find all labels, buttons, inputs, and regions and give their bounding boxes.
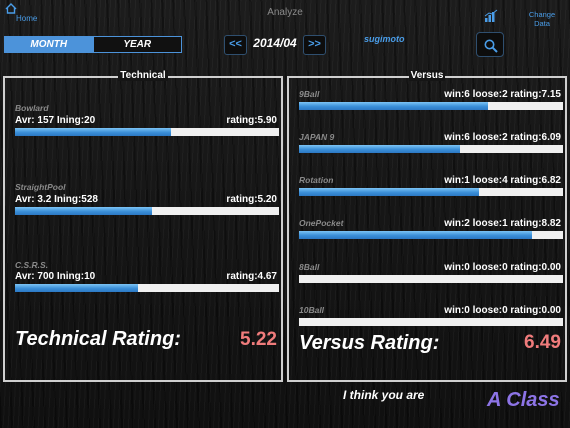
rating-bar-fill — [299, 145, 460, 153]
username-label: sugimoto — [364, 34, 405, 44]
year-segment[interactable]: YEAR — [92, 37, 181, 52]
versus-item-record: win:6 loose:2 rating:7.15 — [444, 89, 561, 100]
versus-item-name: 8Ball — [299, 262, 320, 272]
class-label: A Class — [487, 389, 560, 411]
technical-item-name: Bowlard — [15, 103, 49, 113]
versus-item-name: OnePocket — [299, 218, 344, 228]
versus-rating-bar — [299, 145, 563, 153]
technical-rating-bar — [15, 284, 279, 292]
technical-item-rating: rating:5.20 — [226, 194, 277, 205]
rating-bar-fill — [299, 102, 488, 110]
versus-item-name: 10Ball — [299, 305, 325, 315]
previous-period-button[interactable]: << — [224, 35, 247, 55]
search-button[interactable] — [476, 32, 504, 57]
versus-rating-bar — [299, 318, 563, 326]
versus-rating-bar — [299, 231, 563, 239]
technical-item-rating: rating:5.90 — [226, 115, 277, 126]
versus-rating-bar — [299, 102, 563, 110]
rating-bar-fill — [299, 188, 480, 196]
technical-rating-label: Technical Rating: — [15, 328, 181, 350]
technical-rating-bar — [15, 128, 279, 136]
technical-rating-bar — [15, 207, 279, 215]
versus-rating-label: Versus Rating: — [299, 332, 440, 354]
versus-item-record: win:2 loose:1 rating:8.82 — [444, 218, 561, 229]
versus-title: Versus — [408, 70, 446, 81]
versus-item-name: Rotation — [299, 175, 334, 185]
technical-title: Technical — [118, 70, 168, 81]
versus-item-record: win:0 loose:0 rating:0.00 — [444, 262, 561, 273]
versus-item-record: win:1 loose:4 rating:6.82 — [444, 175, 561, 186]
versus-panel: Versus 9Ball win:6 loose:2 rating:7.15 J… — [287, 70, 567, 382]
current-period: 2014/04 — [253, 36, 297, 50]
technical-panel: Technical Bowlard Avr: 157 Ining:20 rati… — [3, 70, 283, 382]
technical-item-stats: Avr: 3.2 Ining:528 — [15, 194, 98, 205]
rating-bar-fill — [299, 231, 532, 239]
next-period-button[interactable]: >> — [303, 35, 326, 55]
verdict-prefix: I think you are — [343, 388, 425, 402]
month-segment[interactable]: MONTH — [5, 37, 93, 52]
versus-rating-bar — [299, 275, 563, 283]
search-icon — [484, 39, 498, 53]
versus-item-record: win:0 loose:0 rating:0.00 — [444, 305, 561, 316]
rating-bar-fill — [15, 207, 153, 215]
technical-item-name: StraightPool — [15, 182, 66, 192]
bar-chart-icon[interactable] — [484, 9, 498, 23]
versus-item-name: 9Ball — [299, 89, 320, 99]
versus-rating-bar — [299, 188, 563, 196]
technical-item-stats: Avr: 700 Ining:10 — [15, 271, 96, 282]
top-bar: Home Analyze Change Data — [0, 0, 570, 28]
technical-item-rating: rating:4.67 — [226, 271, 277, 282]
versus-item-name: JAPAN 9 — [299, 132, 335, 142]
rating-bar-fill — [15, 128, 171, 136]
versus-item-record: win:6 loose:2 rating:6.09 — [444, 132, 561, 143]
period-segmented-control: MONTH YEAR — [4, 36, 182, 53]
technical-rating-value: 5.22 — [240, 329, 277, 350]
technical-item-stats: Avr: 157 Ining:20 — [15, 115, 96, 126]
technical-item-name: C.S.R.S. — [15, 260, 49, 270]
change-data-button[interactable]: Change Data — [522, 10, 562, 28]
versus-rating-value: 6.49 — [524, 332, 561, 353]
rating-bar-fill — [15, 284, 139, 292]
